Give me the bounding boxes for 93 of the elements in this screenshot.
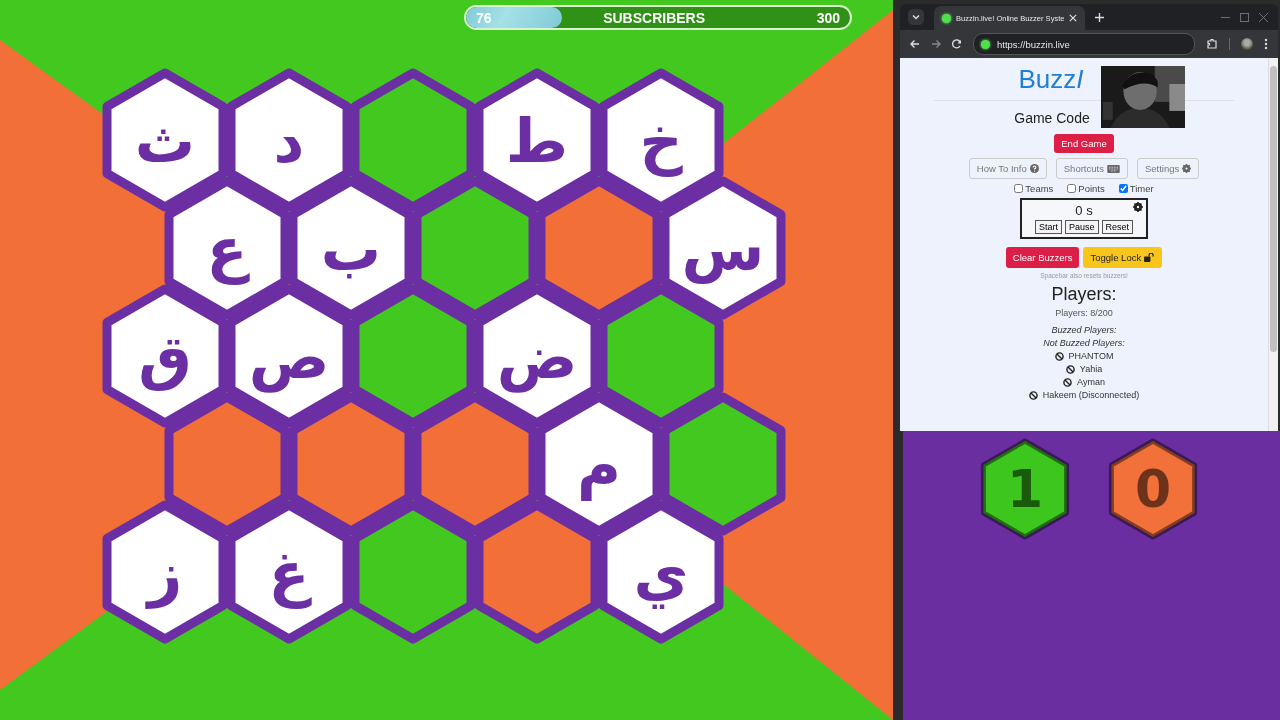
gear-icon (1182, 164, 1192, 173)
hex-tile[interactable] (288, 392, 414, 536)
hex-tile[interactable] (474, 500, 600, 644)
checkbox[interactable] (1067, 184, 1077, 193)
tile-letter: ب (320, 214, 382, 284)
tile-letter: م (577, 430, 621, 500)
letter-tile[interactable] (598, 68, 724, 212)
subscriber-goal: 300 (816, 9, 840, 26)
back-icon[interactable] (910, 39, 920, 49)
clear-buzzers-button[interactable]: Clear Buzzers (1005, 247, 1080, 268)
end-game-button[interactable]: End Game (1054, 134, 1114, 153)
letter-tile[interactable] (226, 68, 352, 212)
team-score: 0 (1134, 459, 1172, 519)
tile-letter: س (681, 214, 765, 284)
not-buzzed-heading: Not Buzzed Players: (1043, 337, 1125, 350)
profile-avatar[interactable] (1241, 38, 1253, 50)
timer-button[interactable]: Start (1034, 220, 1062, 234)
ban-icon (1063, 378, 1073, 387)
tile-letter: ي (633, 538, 689, 608)
letter-tile[interactable] (474, 284, 600, 428)
unlock-icon (1144, 253, 1156, 262)
tile-letter: ط (505, 106, 569, 176)
tile-letter: ق (138, 322, 192, 392)
timer-button[interactable]: Reset (1101, 220, 1134, 234)
keyboard-icon (1106, 164, 1120, 173)
question-icon (1029, 164, 1039, 173)
hex-tile[interactable] (660, 392, 786, 536)
tile-letter: ز (147, 538, 183, 608)
game-code-label: Game Code (1014, 110, 1090, 126)
checkbox-label: Timer (1129, 183, 1154, 194)
buzzed-heading: Buzzed Players: (1051, 324, 1117, 337)
tile-letter: ع (206, 214, 248, 284)
checkbox[interactable] (1118, 184, 1128, 193)
letter-tile[interactable] (226, 500, 352, 644)
favicon-icon (981, 39, 990, 49)
timer-value: 0 s (1075, 203, 1093, 219)
address-bar[interactable]: https://buzzin.live (973, 33, 1195, 55)
hex-tile[interactable] (164, 392, 290, 536)
timer-button[interactable]: Pause (1065, 220, 1099, 234)
checkbox[interactable] (1014, 184, 1024, 193)
hex-tile[interactable] (536, 176, 662, 320)
settings-icon[interactable] (1133, 202, 1143, 212)
tile-letter: د (273, 106, 305, 176)
ban-icon (1054, 352, 1064, 361)
tile-letter: ض (496, 322, 578, 392)
hex-tile[interactable] (598, 284, 724, 428)
letter-tile[interactable] (474, 68, 600, 212)
tile-letter: ث (134, 106, 196, 176)
tile-letter: غ (268, 538, 310, 608)
favicon-icon (942, 13, 951, 23)
player-name: Yahia (1079, 363, 1103, 376)
letter-tile[interactable] (598, 500, 724, 644)
tile-letter: خ (639, 106, 683, 176)
players-count: Players: 8/200 (1055, 308, 1113, 318)
forward-icon[interactable] (931, 39, 941, 49)
subscriber-label: SUBSCRIBERS (603, 9, 706, 26)
letter-tile[interactable] (288, 176, 414, 320)
url-text: https://buzzin.live (997, 38, 1070, 50)
new-tab-icon[interactable] (1095, 12, 1105, 22)
player-name: Ayman (1077, 376, 1105, 389)
checkbox-label: Points (1078, 183, 1105, 194)
tool-button[interactable]: Shortcuts (1055, 158, 1128, 179)
letter-tile[interactable] (164, 176, 290, 320)
tool-button[interactable]: How To Info (968, 158, 1047, 179)
player-name: PHANTOM (1068, 350, 1114, 363)
hex-tile[interactable] (350, 68, 476, 212)
maximize-icon[interactable] (1240, 12, 1249, 22)
subscriber-count: 76 (476, 9, 492, 26)
tile-letter: ص (248, 322, 330, 392)
scrollbar[interactable] (1268, 58, 1278, 431)
toggle-lock-button[interactable]: Toggle Lock (1083, 247, 1163, 268)
extensions-icon[interactable] (1206, 38, 1218, 50)
ban-icon (1065, 365, 1075, 374)
letter-tile[interactable] (102, 284, 228, 428)
players-heading: Players: (1051, 283, 1117, 305)
tab-list-icon[interactable] (908, 9, 924, 25)
hex-tile[interactable] (350, 284, 476, 428)
reload-icon[interactable] (952, 39, 962, 49)
ban-icon (1028, 391, 1038, 400)
tool-button[interactable]: Settings (1136, 158, 1200, 179)
menu-icon[interactable] (1264, 38, 1268, 50)
hex-tile[interactable] (412, 176, 538, 320)
hex-tile[interactable] (412, 392, 538, 536)
letter-tile[interactable] (660, 176, 786, 320)
hex-tile[interactable] (350, 500, 476, 644)
checkbox-label: Teams (1025, 183, 1054, 194)
letter-tile[interactable] (102, 68, 228, 212)
site-logo: BuzzI (1018, 63, 1084, 96)
team-score: 1 (1006, 459, 1044, 519)
player-name: Hakeem (Disconnected) (1042, 389, 1140, 402)
letter-tile[interactable] (102, 500, 228, 644)
letter-tile[interactable] (536, 392, 662, 536)
letter-tile[interactable] (226, 284, 352, 428)
